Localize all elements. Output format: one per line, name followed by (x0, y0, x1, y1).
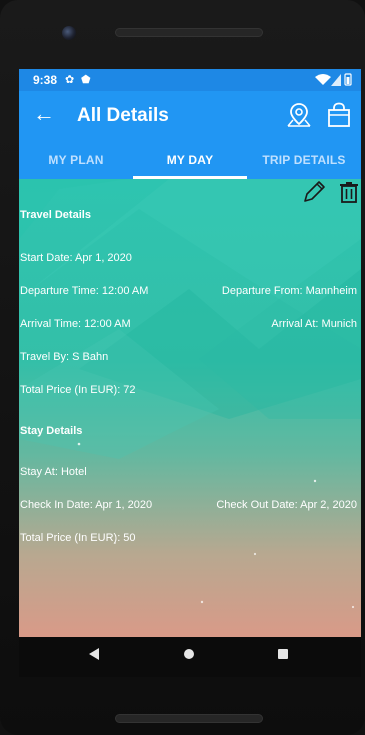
app-bar: ← All Details (19, 91, 361, 141)
shopping-bag-icon[interactable] (325, 101, 353, 129)
trash-icon[interactable] (339, 181, 359, 203)
check-out-date-value: Check Out Date: Apr 2, 2020 (216, 499, 357, 511)
departure-from-value: Departure From: Mannheim (221, 285, 357, 297)
pencil-icon[interactable] (301, 179, 327, 205)
bottom-speaker (115, 714, 263, 723)
nav-home-icon[interactable] (182, 647, 196, 661)
tab-bar: MY PLAN MY DAY TRIP DETAILS (19, 141, 361, 179)
system-nav-bar (19, 637, 361, 677)
arrival-time-value: Arrival Time: 12:00 AM (20, 318, 131, 330)
top-speaker (115, 28, 263, 37)
travel-by-value: Travel By: S Bahn (20, 351, 109, 363)
tab-trip-details[interactable]: TRIP DETAILS (247, 141, 361, 179)
status-bar: 9:38 ✿ ⬟ (19, 69, 361, 91)
stay-total-price-value: Total Price (In EUR): 50 (20, 532, 136, 544)
mountain-background (19, 179, 361, 609)
departure-time-value: Departure Time: 12:00 AM (20, 285, 149, 297)
battery-icon (344, 73, 352, 86)
wifi-icon (315, 74, 331, 85)
travel-total-price-value: Total Price (In EUR): 72 (20, 384, 136, 396)
tab-my-plan[interactable]: MY PLAN (19, 141, 133, 179)
check-in-date-value: Check In Date: Apr 1, 2020 (20, 499, 153, 511)
stay-at-value: Stay At: Hotel (20, 466, 87, 478)
tab-my-day[interactable]: MY DAY (133, 141, 247, 179)
settings-status-icon: ✿ (65, 74, 75, 86)
nav-recents-icon[interactable] (276, 647, 290, 661)
shield-status-icon: ⬟ (81, 74, 91, 86)
screen: 9:38 ✿ ⬟ ← All Details MY PLAN MY DAY TR… (19, 69, 361, 637)
map-pin-icon[interactable] (285, 101, 313, 129)
stay-details-heading: Stay Details (20, 425, 83, 437)
travel-details-heading: Travel Details (20, 209, 91, 221)
front-camera (62, 26, 76, 40)
nav-back-icon[interactable] (87, 647, 101, 661)
start-date-value: Start Date: Apr 1, 2020 (20, 252, 132, 264)
details-panel: Travel Details Start Date: Apr 1, 2020 D… (19, 179, 361, 637)
back-arrow-icon[interactable]: ← (33, 101, 55, 127)
arrival-at-value: Arrival At: Munich (271, 318, 357, 330)
cell-signal-icon (331, 74, 341, 86)
page-title: All Details (77, 105, 169, 126)
status-time: 9:38 (33, 73, 58, 87)
